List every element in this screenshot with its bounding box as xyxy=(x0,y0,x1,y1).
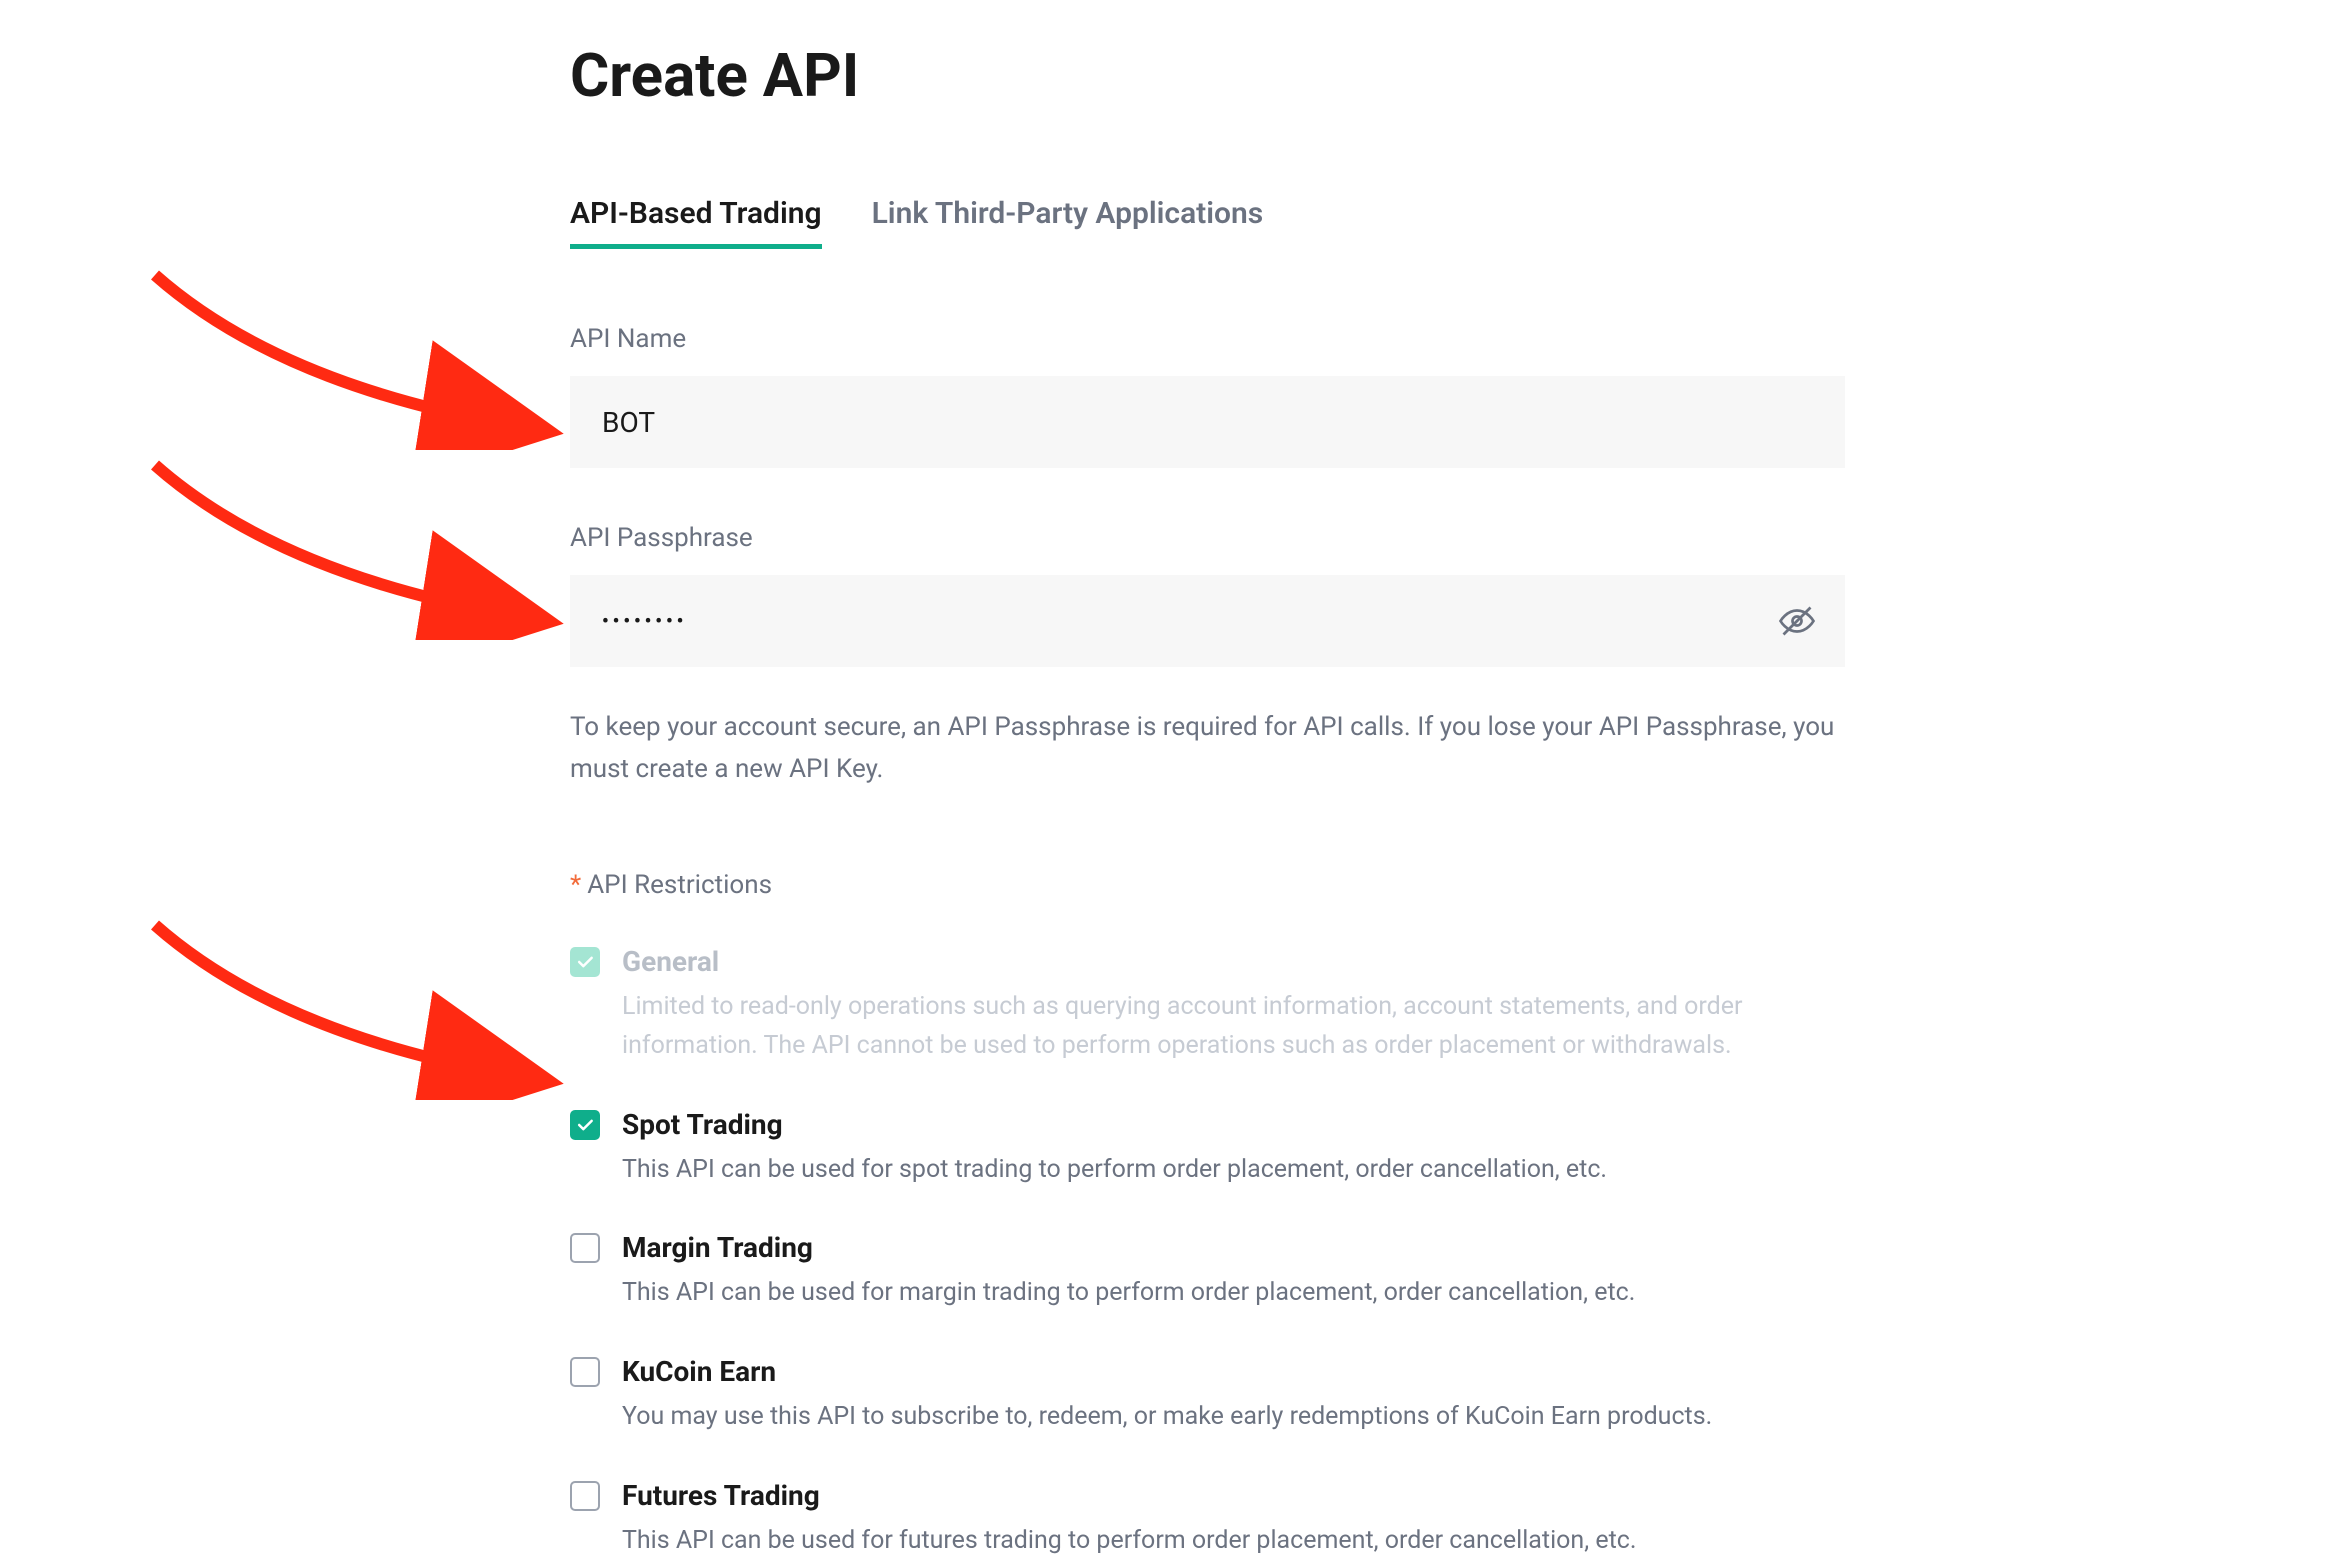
restriction-desc: This API can be used for futures trading… xyxy=(622,1522,1845,1561)
api-name-label: API Name xyxy=(570,324,1845,354)
restriction-futures-trading: Futures Trading This API can be used for… xyxy=(570,1479,1845,1561)
tab-link-third-party[interactable]: Link Third-Party Applications xyxy=(872,196,1264,249)
restriction-margin-trading: Margin Trading This API can be used for … xyxy=(570,1231,1845,1313)
restriction-title: KuCoin Earn xyxy=(622,1355,1845,1388)
passphrase-helper-text: To keep your account secure, an API Pass… xyxy=(570,707,1845,790)
api-name-input[interactable] xyxy=(570,376,1845,468)
toggle-password-visibility-icon[interactable] xyxy=(1779,603,1815,639)
restriction-desc: This API can be used for spot trading to… xyxy=(622,1151,1845,1190)
checkbox-spot-trading[interactable] xyxy=(570,1110,600,1140)
tab-api-based-trading[interactable]: API-Based Trading xyxy=(570,196,822,249)
restriction-title: Spot Trading xyxy=(622,1108,1845,1141)
restriction-title: Margin Trading xyxy=(622,1231,1845,1264)
form-container: Create API API-Based Trading Link Third-… xyxy=(570,0,1845,1561)
annotation-arrow-3 xyxy=(145,920,565,1100)
restriction-desc: You may use this API to subscribe to, re… xyxy=(622,1398,1845,1437)
required-star-icon: * xyxy=(570,870,581,900)
restriction-desc: This API can be used for margin trading … xyxy=(622,1274,1845,1313)
annotation-arrow-1 xyxy=(145,270,565,450)
restriction-desc: Limited to read-only operations such as … xyxy=(622,988,1845,1066)
checkbox-kucoin-earn[interactable] xyxy=(570,1357,600,1387)
api-passphrase-label: API Passphrase xyxy=(570,523,1845,553)
annotation-arrow-2 xyxy=(145,460,565,640)
tabs: API-Based Trading Link Third-Party Appli… xyxy=(570,196,1845,249)
page-title: Create API xyxy=(570,40,1845,111)
restriction-general: General Limited to read-only operations … xyxy=(570,945,1845,1066)
restriction-spot-trading: Spot Trading This API can be used for sp… xyxy=(570,1108,1845,1190)
checkbox-general xyxy=(570,947,600,977)
restriction-kucoin-earn: KuCoin Earn You may use this API to subs… xyxy=(570,1355,1845,1437)
api-restrictions-label: *API Restrictions xyxy=(570,870,1845,900)
checkbox-margin-trading[interactable] xyxy=(570,1233,600,1263)
restriction-title: General xyxy=(622,945,1845,978)
checkbox-futures-trading[interactable] xyxy=(570,1481,600,1511)
api-passphrase-input[interactable] xyxy=(570,575,1845,667)
restriction-title: Futures Trading xyxy=(622,1479,1845,1512)
